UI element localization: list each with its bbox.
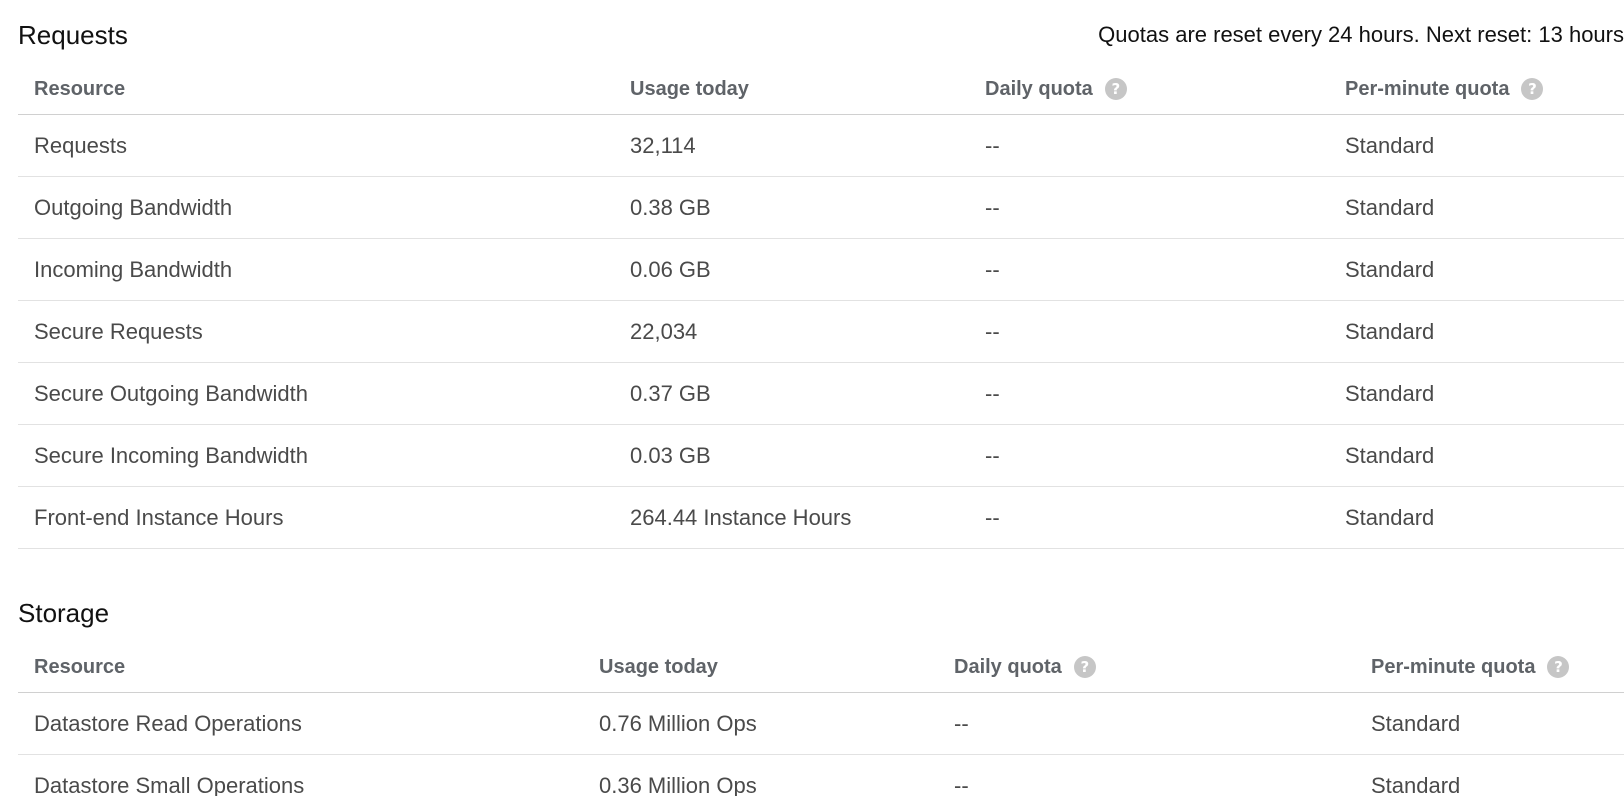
per-minute-quota-value: Standard [1329, 238, 1624, 301]
table-row: Secure Incoming Bandwidth 0.03 GB -- Sta… [18, 424, 1624, 487]
resource-name: Datastore Read Operations [18, 692, 583, 755]
usage-value: 22,034 [614, 300, 969, 363]
help-icon[interactable]: ? [1073, 656, 1096, 679]
table-header-row: Resource Usage today Daily quota? Per-mi… [18, 642, 1624, 693]
resource-name: Secure Requests [18, 300, 614, 363]
resource-name: Outgoing Bandwidth [18, 176, 614, 239]
table-row: Datastore Small Operations 0.36 Million … [18, 754, 1624, 796]
usage-value: 0.76 Million Ops [583, 692, 938, 755]
per-minute-quota-value: Standard [1329, 300, 1624, 363]
usage-value: 0.06 GB [614, 238, 969, 301]
column-header-resource: Resource [18, 64, 614, 115]
storage-quota-table: Resource Usage today Daily quota? Per-mi… [18, 642, 1624, 796]
help-icon[interactable]: ? [1547, 656, 1570, 679]
daily-quota-value: -- [969, 424, 1329, 487]
daily-quota-value: -- [969, 362, 1329, 425]
resource-name: Secure Outgoing Bandwidth [18, 362, 614, 425]
quota-reset-note: Quotas are reset every 24 hours. Next re… [1098, 22, 1624, 47]
daily-quota-value: -- [938, 754, 1355, 796]
per-minute-quota-value: Standard [1355, 692, 1624, 755]
column-header-usage-today: Usage today [583, 642, 938, 693]
daily-quota-value: -- [938, 692, 1355, 755]
resource-name: Datastore Small Operations [18, 754, 583, 796]
table-row: Datastore Read Operations 0.76 Million O… [18, 692, 1624, 755]
table-row: Secure Requests 22,034 -- Standard [18, 300, 1624, 363]
help-icon[interactable]: ? [1521, 78, 1544, 101]
daily-quota-value: -- [969, 300, 1329, 363]
daily-quota-value: -- [969, 176, 1329, 239]
column-header-daily-quota: Daily quota? [938, 642, 1355, 693]
table-row: Front-end Instance Hours 264.44 Instance… [18, 486, 1624, 549]
daily-quota-value: -- [969, 238, 1329, 301]
usage-value: 32,114 [614, 114, 969, 177]
resource-name: Incoming Bandwidth [18, 238, 614, 301]
daily-quota-value: -- [969, 486, 1329, 549]
usage-value: 0.38 GB [614, 176, 969, 239]
help-icon[interactable]: ? [1104, 78, 1127, 101]
requests-quota-table: Resource Usage today Daily quota? Per-mi… [18, 64, 1624, 549]
column-header-per-minute-quota: Per-minute quota? [1329, 64, 1624, 115]
per-minute-quota-value: Standard [1329, 114, 1624, 177]
storage-section-title: Storage [18, 598, 110, 628]
table-header-row: Resource Usage today Daily quota? Per-mi… [18, 64, 1624, 115]
resource-name: Requests [18, 114, 614, 177]
resource-name: Front-end Instance Hours [18, 486, 614, 549]
column-header-usage-today: Usage today [614, 64, 969, 115]
table-row: Requests 32,114 -- Standard [18, 114, 1624, 177]
table-row: Secure Outgoing Bandwidth 0.37 GB -- Sta… [18, 362, 1624, 425]
per-minute-quota-value: Standard [1355, 754, 1624, 796]
daily-quota-value: -- [969, 114, 1329, 177]
column-header-daily-quota: Daily quota? [969, 64, 1329, 115]
requests-section-title: Requests [18, 20, 128, 50]
column-header-per-minute-quota: Per-minute quota? [1355, 642, 1624, 693]
table-row: Incoming Bandwidth 0.06 GB -- Standard [18, 238, 1624, 301]
quota-details-page: Requests Quotas are reset every 24 hours… [0, 0, 1624, 796]
usage-value: 264.44 Instance Hours [614, 486, 969, 549]
per-minute-quota-value: Standard [1329, 362, 1624, 425]
usage-value: 0.03 GB [614, 424, 969, 487]
per-minute-quota-value: Standard [1329, 176, 1624, 239]
per-minute-quota-value: Standard [1329, 486, 1624, 549]
per-minute-quota-value: Standard [1329, 424, 1624, 487]
resource-name: Secure Incoming Bandwidth [18, 424, 614, 487]
column-header-resource: Resource [18, 642, 583, 693]
usage-value: 0.37 GB [614, 362, 969, 425]
usage-value: 0.36 Million Ops [583, 754, 938, 796]
table-row: Outgoing Bandwidth 0.38 GB -- Standard [18, 176, 1624, 239]
